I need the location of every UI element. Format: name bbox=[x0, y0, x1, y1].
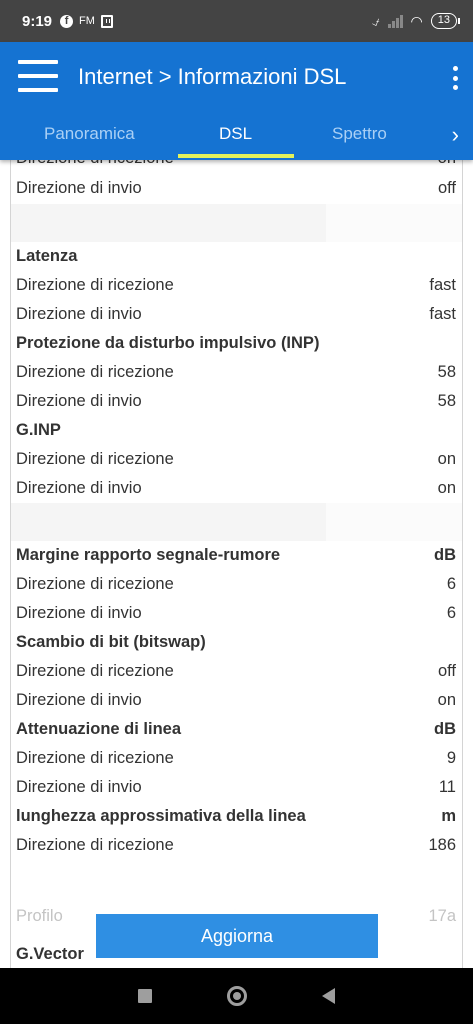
table-row: Direzione di invio on bbox=[11, 686, 462, 715]
row-label: Direzione di invio bbox=[16, 392, 142, 410]
row-value: dB bbox=[434, 546, 456, 564]
system-nav-bar bbox=[0, 968, 473, 1024]
row-label: Direzione di invio bbox=[16, 179, 142, 197]
status-icons: ⍻ ◠ 13 bbox=[371, 12, 461, 30]
row-value: on bbox=[438, 160, 456, 168]
row-value: 17a bbox=[428, 907, 456, 925]
row-label: Protezione da disturbo impulsivo (INP) bbox=[16, 334, 320, 352]
menu-icon[interactable] bbox=[18, 60, 58, 92]
clock: 9:19 bbox=[22, 12, 53, 30]
section-header: Attenuazione di linea dB bbox=[11, 715, 462, 744]
tab-panoramica[interactable]: Panoramica bbox=[44, 124, 135, 144]
dsl-info-list[interactable]: Direzione di ricezione on Direzione di i… bbox=[10, 160, 463, 968]
row-label: G.INP bbox=[16, 421, 61, 439]
tab-dsl[interactable]: DSL bbox=[219, 124, 252, 144]
table-row: Direzione di ricezione fast bbox=[11, 271, 462, 300]
section-header: G.INP bbox=[11, 416, 462, 445]
section-spacer bbox=[11, 503, 462, 541]
row-label: Scambio di bit (bitswap) bbox=[16, 633, 206, 651]
row-label: Direzione di invio bbox=[16, 691, 142, 709]
table-row: Direzione di invio 11 bbox=[11, 773, 462, 802]
facebook-icon: f bbox=[60, 14, 74, 28]
app-bar: Internet > Informazioni DSL Panoramica D… bbox=[0, 42, 473, 160]
recent-apps-icon[interactable] bbox=[137, 989, 152, 1003]
row-value: 58 bbox=[437, 392, 456, 410]
row-value: fast bbox=[429, 305, 456, 323]
page-title: Internet > Informazioni DSL bbox=[78, 64, 347, 89]
tab-bar: Panoramica DSL Spettro › bbox=[0, 120, 473, 160]
battery-icon: 13 bbox=[430, 13, 461, 29]
row-label: Latenza bbox=[16, 247, 78, 265]
row-label: Direzione di invio bbox=[16, 305, 142, 323]
section-spacer bbox=[11, 204, 462, 242]
row-value: 9 bbox=[446, 749, 456, 767]
row-value: off bbox=[437, 179, 456, 197]
table-row: Direzione di invio off bbox=[11, 174, 462, 203]
row-value: 11 bbox=[438, 778, 456, 796]
row-label: Direzione di invio bbox=[16, 604, 142, 622]
row-label: Margine rapporto segnale-rumore bbox=[16, 546, 281, 564]
status-bar: 9:19 f FM ⍻ ◠ 13 bbox=[0, 0, 473, 42]
refresh-button[interactable]: Aggiorna bbox=[96, 914, 378, 958]
row-label: Direzione di invio bbox=[16, 778, 142, 796]
signal-icon bbox=[387, 14, 403, 28]
section-header: Scambio di bit (bitswap) bbox=[11, 628, 462, 657]
row-value: on bbox=[437, 691, 456, 709]
home-icon[interactable] bbox=[226, 986, 247, 1006]
row-label: Direzione di ricezione bbox=[16, 749, 174, 767]
row-value: fast bbox=[429, 276, 456, 294]
row-value: 6 bbox=[446, 575, 456, 593]
row-label: Direzione di ricezione bbox=[16, 575, 174, 593]
section-header: Margine rapporto segnale-rumore dB bbox=[11, 541, 462, 570]
twitch-icon bbox=[100, 14, 113, 28]
row-label: Direzione di invio bbox=[16, 479, 142, 497]
active-tab-indicator bbox=[178, 154, 294, 158]
section-header: Protezione da disturbo impulsivo (INP) bbox=[11, 329, 462, 358]
section-header: Latenza bbox=[11, 242, 462, 271]
tab-spettro[interactable]: Spettro bbox=[332, 124, 387, 144]
chevron-right-icon[interactable]: › bbox=[452, 122, 459, 148]
row-label: Direzione di ricezione bbox=[16, 363, 174, 381]
mute-icon: ⍻ bbox=[371, 12, 380, 29]
table-row: Direzione di ricezione off bbox=[11, 657, 462, 686]
table-row: Direzione di ricezione 9 bbox=[11, 744, 462, 773]
section-header: lunghezza approssimativa della linea m bbox=[11, 802, 462, 831]
table-row: Direzione di ricezione on bbox=[11, 160, 462, 173]
row-label: Direzione di ricezione bbox=[16, 836, 174, 854]
table-row: Direzione di ricezione 58 bbox=[11, 358, 462, 387]
row-value: m bbox=[441, 807, 456, 825]
row-label: Attenuazione di linea bbox=[16, 720, 182, 738]
row-value: off bbox=[437, 662, 456, 680]
row-value: on bbox=[437, 479, 456, 497]
row-label: G.Vector bbox=[16, 945, 84, 963]
table-row: Direzione di ricezione 6 bbox=[11, 570, 462, 599]
back-icon[interactable] bbox=[322, 988, 336, 1004]
row-value: 58 bbox=[437, 363, 456, 381]
row-label: Direzione di ricezione bbox=[16, 276, 174, 294]
table-row: Direzione di invio on bbox=[11, 474, 462, 503]
table-row: Direzione di invio 6 bbox=[11, 599, 462, 628]
row-value: 186 bbox=[428, 836, 456, 854]
row-value: 6 bbox=[446, 604, 456, 622]
wifi-icon: ◠ bbox=[410, 12, 423, 29]
row-label: Direzione di ricezione bbox=[16, 450, 174, 468]
table-row: Direzione di ricezione 186 bbox=[11, 831, 462, 860]
row-value: on bbox=[437, 450, 456, 468]
more-options-icon[interactable] bbox=[451, 66, 459, 90]
row-value: dB bbox=[434, 720, 456, 738]
table-row: Direzione di ricezione on bbox=[11, 445, 462, 474]
row-label: lunghezza approssimativa della linea bbox=[16, 807, 306, 825]
table-row: Direzione di invio fast bbox=[11, 300, 462, 329]
row-label: Direzione di ricezione bbox=[16, 662, 174, 680]
table-row: Direzione di invio 58 bbox=[11, 387, 462, 416]
row-label: Profilo bbox=[16, 907, 63, 925]
fm-radio-label: FM bbox=[79, 15, 95, 27]
row-label: Direzione di ricezione bbox=[16, 160, 174, 168]
